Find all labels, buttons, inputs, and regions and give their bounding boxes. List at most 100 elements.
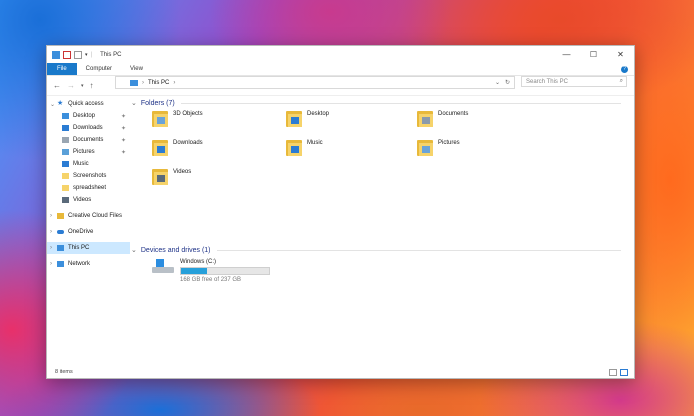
desktop-icon: [62, 113, 69, 119]
drive-body: [152, 267, 174, 273]
music-folder-icon: [286, 138, 302, 157]
folder-desktop[interactable]: Desktop: [286, 109, 329, 128]
nav-quick-access[interactable]: ⌄ ★ Quick access: [47, 98, 130, 110]
videos-icon: [62, 197, 69, 203]
downloads-folder-icon: [152, 138, 168, 157]
navigation-pane: ⌄ ★ Quick access Desktop ✦ Downloads ✦ Docum…: [47, 98, 130, 366]
pictures-icon: [62, 149, 69, 155]
breadcrumb-this-pc[interactable]: This PC: [148, 80, 169, 86]
nav-this-pc[interactable]: › This PC: [47, 242, 130, 254]
ribbon-tabs: File Computer View ?: [47, 63, 634, 76]
music-icon: [62, 161, 69, 167]
sidebar-item-documents[interactable]: Documents ✦: [47, 134, 130, 146]
nav-onedrive[interactable]: › OneDrive: [47, 226, 130, 238]
this-pc-icon: [130, 79, 138, 86]
nav-label: Creative Cloud Files: [68, 213, 123, 219]
sidebar-item-videos[interactable]: Videos: [47, 194, 130, 206]
recent-locations-icon[interactable]: ▾: [81, 82, 84, 90]
search-input[interactable]: Search This PC ⌕: [521, 76, 627, 87]
search-icon[interactable]: ⌕: [620, 78, 623, 85]
folder-label: 3D Objects: [173, 111, 203, 117]
documents-icon: [62, 137, 69, 143]
sidebar-item-label: Desktop: [73, 113, 96, 119]
folder-label: Music: [307, 140, 323, 146]
nav-label: This PC: [68, 245, 90, 251]
tab-computer[interactable]: Computer: [77, 66, 121, 72]
collapse-chevron-icon[interactable]: ⌄: [131, 99, 137, 107]
group-divider: [180, 102, 621, 104]
up-arrow-icon[interactable]: ↑: [90, 81, 94, 90]
refresh-icon[interactable]: ↻: [505, 79, 510, 86]
windows-logo-icon: [156, 259, 164, 267]
path-separator: ›: [173, 79, 176, 86]
expand-chevron-icon[interactable]: ›: [50, 213, 55, 219]
new-folder-icon[interactable]: [74, 50, 82, 59]
folder-pictures[interactable]: Pictures: [417, 138, 460, 157]
folder-videos[interactable]: Videos: [152, 167, 191, 186]
maximize-button[interactable]: ☐: [580, 46, 607, 63]
drive-name: Windows (C:): [180, 259, 217, 265]
large-icons-view-icon[interactable]: [620, 368, 628, 376]
expand-chevron-icon[interactable]: ⌄: [50, 101, 55, 108]
sidebar-item-label: spreadsheet: [73, 185, 107, 191]
expand-chevron-icon[interactable]: ›: [50, 245, 55, 251]
sidebar-item-downloads[interactable]: Downloads ✦: [47, 122, 130, 134]
pin-icon: ✦: [120, 137, 126, 144]
view-toggle: [609, 368, 628, 376]
pin-icon: ✦: [120, 125, 126, 132]
downloads-icon: [62, 125, 69, 131]
cloud-icon: [57, 230, 64, 234]
nav-label: OneDrive: [68, 229, 94, 235]
tab-file[interactable]: File: [47, 63, 77, 75]
folders-group-header[interactable]: ⌄ Folders (7): [131, 98, 631, 108]
folder-label: Downloads: [173, 140, 203, 146]
drive-usage-fill: [181, 268, 207, 274]
minimize-button[interactable]: —: [553, 46, 580, 63]
path-separator: ›: [142, 79, 144, 86]
customize-toolbar-icon[interactable]: ▾: [85, 52, 88, 58]
folder-label: Desktop: [307, 111, 330, 117]
sidebar-item-desktop[interactable]: Desktop ✦: [47, 110, 130, 122]
folder-icon: [62, 173, 69, 179]
folder-documents[interactable]: Documents: [417, 109, 468, 128]
address-dropdown-icon[interactable]: ⌄: [495, 79, 500, 86]
sidebar-item-music[interactable]: Music: [47, 158, 130, 170]
back-arrow-icon[interactable]: ←: [53, 81, 61, 90]
address-bar[interactable]: › This PC › ⌄ ↻: [115, 76, 515, 89]
group-divider: [216, 249, 621, 251]
star-icon: ★: [57, 100, 64, 107]
expand-chevron-icon[interactable]: ›: [50, 261, 55, 267]
item-count: 8 items: [55, 369, 73, 375]
tab-view[interactable]: View: [121, 66, 152, 72]
drive-usage-bar: [180, 267, 270, 275]
sidebar-item-screenshots[interactable]: Screenshots: [47, 170, 130, 182]
forward-arrow-icon[interactable]: →: [67, 81, 75, 90]
sidebar-item-label: Screenshots: [73, 173, 107, 179]
folder-3d-objects[interactable]: 3D Objects: [152, 109, 203, 128]
title-bar: ▾ | This PC — ☐ ✕: [47, 46, 634, 63]
sidebar-item-spreadsheet[interactable]: spreadsheet: [47, 182, 130, 194]
window-title: This PC: [100, 51, 122, 58]
close-button[interactable]: ✕: [607, 46, 634, 63]
sidebar-item-pictures[interactable]: Pictures ✦: [47, 146, 130, 158]
address-actions: ⌄ ↻: [495, 79, 510, 86]
toolbar-divider: |: [90, 51, 93, 58]
sidebar-item-label: Music: [73, 161, 89, 167]
nav-label: Quick access: [68, 101, 104, 107]
help-icon[interactable]: ?: [621, 65, 628, 73]
expand-chevron-icon[interactable]: ›: [50, 229, 55, 235]
devices-group-header[interactable]: ⌄ Devices and drives (1): [131, 245, 631, 255]
folder-label: Documents: [438, 111, 469, 117]
search-placeholder: Search This PC: [526, 78, 568, 85]
drive-c[interactable]: Windows (C:) 168 GB free of 237 GB: [152, 259, 270, 283]
collapse-chevron-icon[interactable]: ⌄: [131, 246, 137, 254]
nav-creative-cloud[interactable]: › Creative Cloud Files: [47, 210, 130, 222]
details-view-icon[interactable]: [609, 368, 617, 376]
folder-downloads[interactable]: Downloads: [152, 138, 203, 157]
nav-network[interactable]: › Network: [47, 258, 130, 270]
sidebar-item-label: Documents: [73, 137, 104, 143]
quick-access-list: Desktop ✦ Downloads ✦ Documents ✦ Pictures ✦ Mus…: [47, 110, 130, 206]
drive-info: Windows (C:) 168 GB free of 237 GB: [180, 259, 270, 283]
properties-icon[interactable]: [63, 50, 71, 59]
folder-music[interactable]: Music: [286, 138, 323, 157]
